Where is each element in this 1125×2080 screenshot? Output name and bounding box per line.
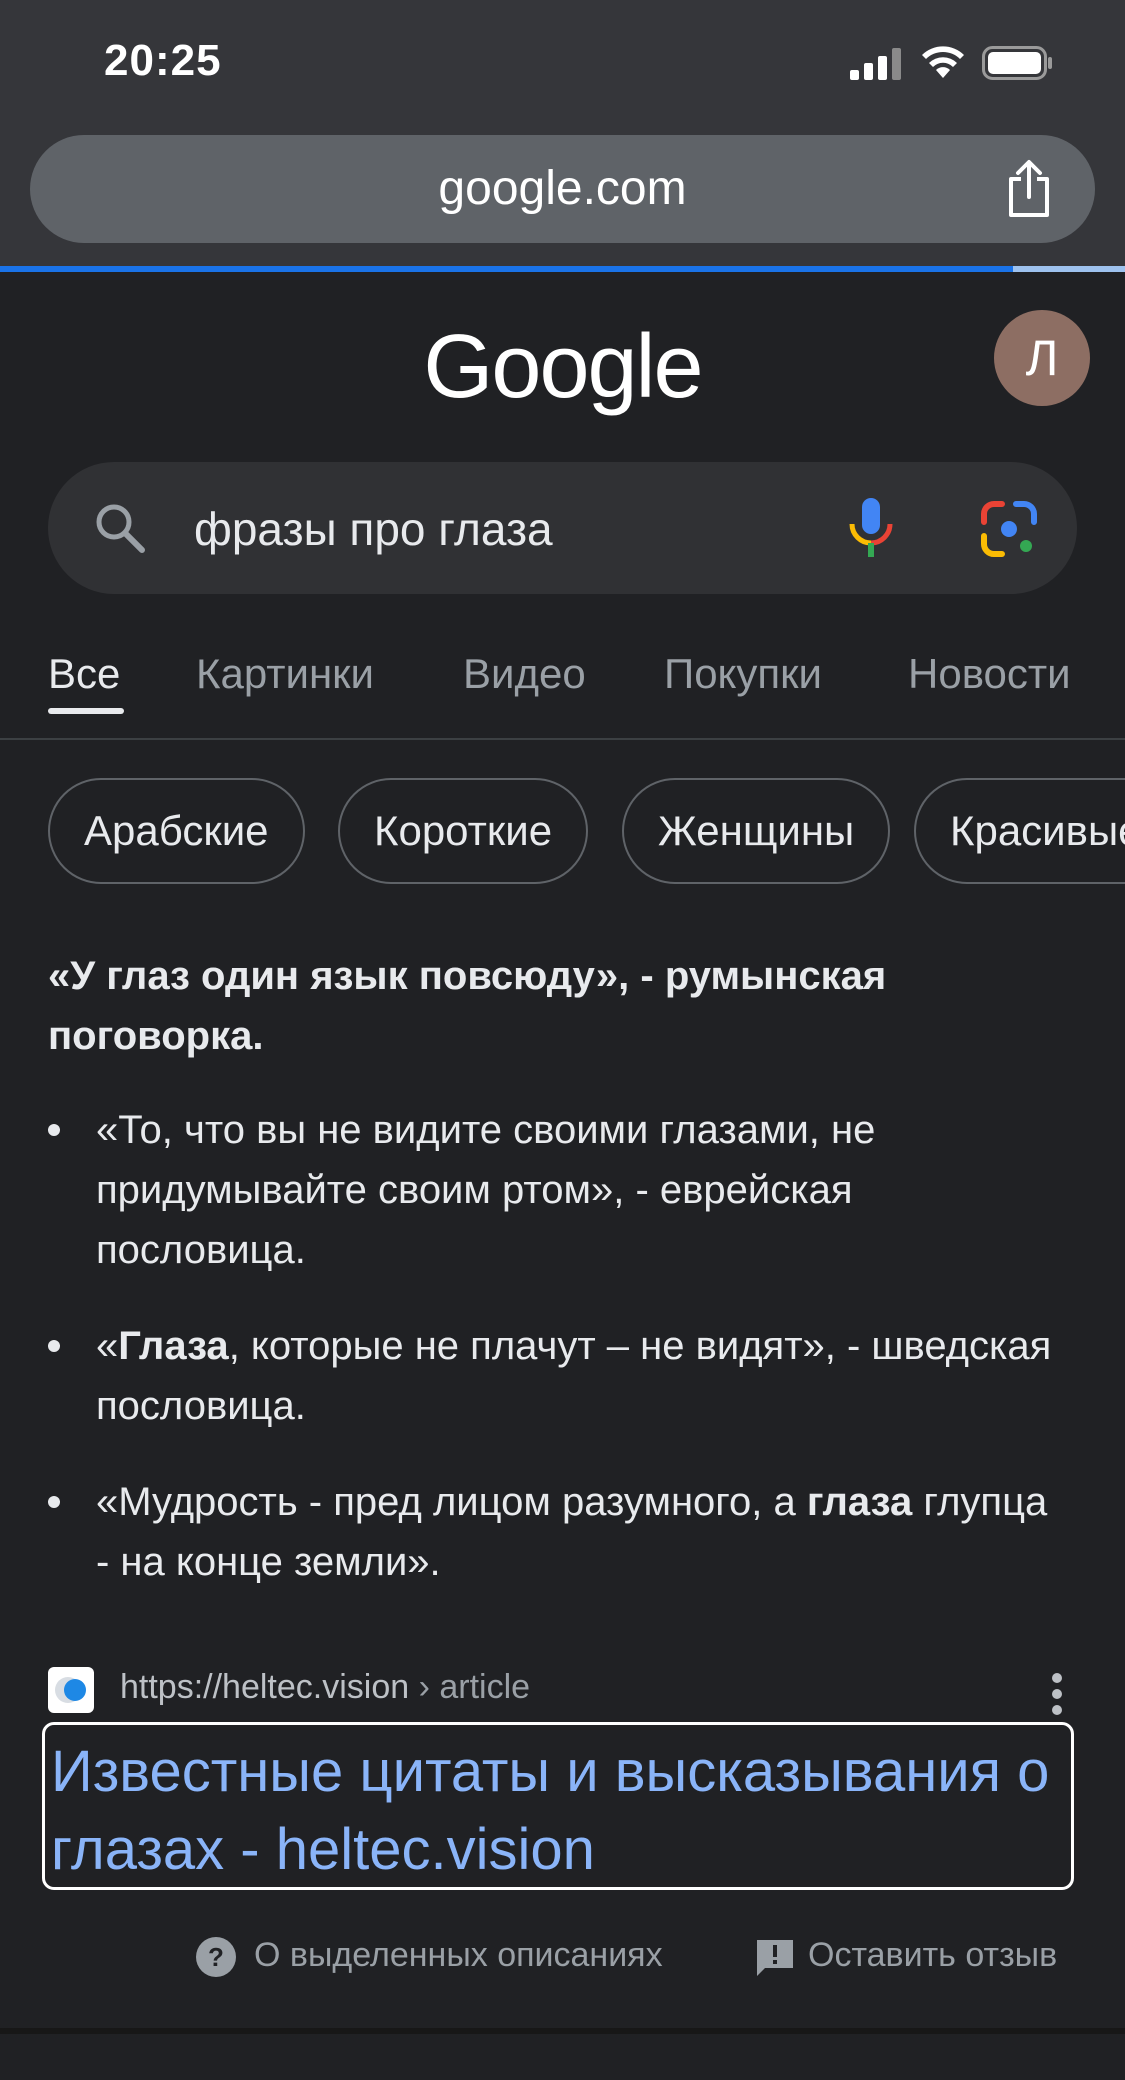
- account-avatar[interactable]: Л: [994, 310, 1090, 406]
- filter-chip[interactable]: Красивые: [914, 778, 1125, 884]
- snippet-bullet-text: «Глаза, которые не плачут – не видят», -…: [96, 1324, 1052, 1428]
- search-input[interactable]: фразы про глаза: [194, 502, 553, 556]
- url-text[interactable]: google.com: [30, 161, 1095, 216]
- source-url[interactable]: https://heltec.vision › article: [120, 1668, 530, 1707]
- featured-snippet-headline: «У глаз один язык повсюду», - румынская …: [48, 954, 887, 1058]
- google-logo[interactable]: Google: [0, 316, 1125, 419]
- filter-chip[interactable]: Короткие: [338, 778, 589, 884]
- google-header: Google Л: [0, 272, 1125, 462]
- snippet-bullet: «Мудрость - пред лицом разумного, а глаз…: [48, 1472, 1068, 1592]
- result-title-focus-ring[interactable]: Известные цитаты и высказывания о глазах…: [42, 1722, 1074, 1890]
- bullet-dot: [48, 1496, 60, 1508]
- status-bar: 20:25: [0, 0, 1125, 130]
- bullet-dot: [48, 1124, 60, 1136]
- snippet-bullet-text: «Мудрость - пред лицом разумного, а глаз…: [96, 1480, 1048, 1584]
- feedback-icon[interactable]: [755, 1938, 795, 1978]
- snippet-bullet-text: «То, что вы не видите своими глазами, не…: [96, 1108, 876, 1272]
- wifi-icon: [922, 46, 964, 78]
- status-time: 20:25: [104, 36, 222, 85]
- feedback-link[interactable]: Оставить отзыв: [808, 1936, 1057, 1975]
- more-options-icon[interactable]: [1050, 1672, 1064, 1716]
- google-lens-icon[interactable]: [976, 496, 1042, 562]
- snippet-bullet: «То, что вы не видите своими глазами, не…: [48, 1100, 1068, 1280]
- tab-videos[interactable]: Видео: [463, 650, 586, 698]
- about-featured-snippets-link[interactable]: О выделенных описаниях: [254, 1936, 663, 1975]
- tab-images[interactable]: Картинки: [196, 650, 374, 698]
- search-icon[interactable]: [92, 500, 148, 556]
- help-icon[interactable]: ?: [195, 1936, 237, 1978]
- browser-chrome: 20:25 google.com: [0, 0, 1125, 268]
- address-bar[interactable]: google.com: [30, 135, 1095, 243]
- tab-news[interactable]: Новости: [908, 650, 1071, 698]
- bullet-dot: [48, 1340, 60, 1352]
- share-icon[interactable]: [1003, 159, 1055, 219]
- active-tab-indicator: [48, 708, 124, 714]
- filter-chip[interactable]: Женщины: [622, 778, 891, 884]
- result-title-link[interactable]: Известные цитаты и высказывания о глазах…: [51, 1733, 1071, 1889]
- svg-text:?: ?: [208, 1942, 224, 1972]
- heltec-logo-icon: [55, 1677, 86, 1703]
- snippet-bullet: «Глаза, которые не плачут – не видят», -…: [48, 1316, 1068, 1436]
- battery-icon: [982, 46, 1052, 80]
- next-result-area: [0, 2034, 1125, 2080]
- filter-chip[interactable]: Арабские: [48, 778, 305, 884]
- tab-all[interactable]: Все: [48, 650, 120, 698]
- search-box[interactable]: фразы про глаза: [48, 462, 1077, 594]
- tab-shopping[interactable]: Покупки: [664, 650, 822, 698]
- search-tabs: Все Картинки Видео Покупки Новости: [0, 640, 1125, 740]
- site-favicon[interactable]: [48, 1667, 94, 1713]
- microphone-icon[interactable]: [836, 494, 906, 564]
- cellular-signal-icon: [850, 48, 901, 80]
